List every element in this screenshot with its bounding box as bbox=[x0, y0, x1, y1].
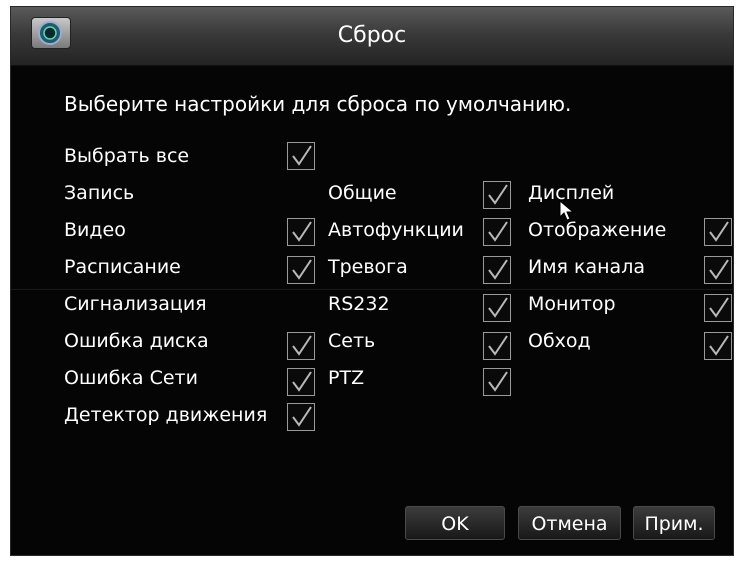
option-label: Видео bbox=[64, 219, 126, 241]
network-error-checkbox[interactable] bbox=[287, 368, 315, 396]
option-label: Тревога bbox=[328, 256, 408, 278]
select-all-label: Выбрать все bbox=[64, 145, 190, 167]
tour-checkbox[interactable] bbox=[704, 332, 732, 360]
network-checkbox[interactable] bbox=[483, 332, 511, 360]
apply-button[interactable]: Прим. bbox=[633, 506, 715, 540]
option-label: Расписание bbox=[64, 256, 181, 278]
option-label: Сеть bbox=[328, 330, 376, 352]
divider bbox=[11, 289, 733, 290]
reset-dialog: Сброс Выберите настройки для сброса по у… bbox=[10, 6, 734, 556]
video-checkbox[interactable] bbox=[287, 218, 315, 246]
record-group-label: Запись bbox=[64, 182, 135, 204]
alarm-checkbox[interactable] bbox=[483, 256, 511, 284]
option-label: PTZ bbox=[328, 367, 365, 389]
title-bar: Сброс bbox=[11, 7, 733, 66]
ok-button[interactable]: OK bbox=[405, 506, 505, 540]
option-label: Монитор bbox=[528, 293, 616, 315]
option-label: Автофункции bbox=[328, 219, 464, 241]
alarm-group-label: Сигнализация bbox=[64, 293, 207, 315]
option-label: Общие bbox=[328, 182, 397, 204]
motion-detector-checkbox[interactable] bbox=[287, 403, 315, 431]
option-label: Обход bbox=[528, 330, 591, 352]
option-label: Отображение bbox=[528, 219, 667, 241]
option-label: Ошибка Сети bbox=[64, 367, 198, 389]
display-output-checkbox[interactable] bbox=[704, 218, 732, 246]
cancel-button[interactable]: Отмена bbox=[518, 506, 621, 540]
ptz-checkbox[interactable] bbox=[483, 368, 511, 396]
option-label: Ошибка диска bbox=[64, 330, 209, 352]
rs232-checkbox[interactable] bbox=[483, 294, 511, 322]
schedule-checkbox[interactable] bbox=[287, 256, 315, 284]
option-label: Имя канала bbox=[528, 256, 645, 278]
option-label: Детектор движения bbox=[64, 404, 268, 426]
option-label: RS232 bbox=[328, 293, 390, 315]
select-all-checkbox[interactable] bbox=[287, 142, 315, 170]
instruction-heading: Выберите настройки для сброса по умолчан… bbox=[64, 92, 572, 116]
general-checkbox[interactable] bbox=[483, 181, 511, 209]
dialog-title: Сброс bbox=[337, 23, 407, 48]
autofunctions-checkbox[interactable] bbox=[483, 218, 511, 246]
channel-name-checkbox[interactable] bbox=[704, 256, 732, 284]
monitor-checkbox[interactable] bbox=[704, 294, 732, 322]
mouse-pointer-icon bbox=[559, 200, 575, 221]
disk-error-checkbox[interactable] bbox=[287, 332, 315, 360]
